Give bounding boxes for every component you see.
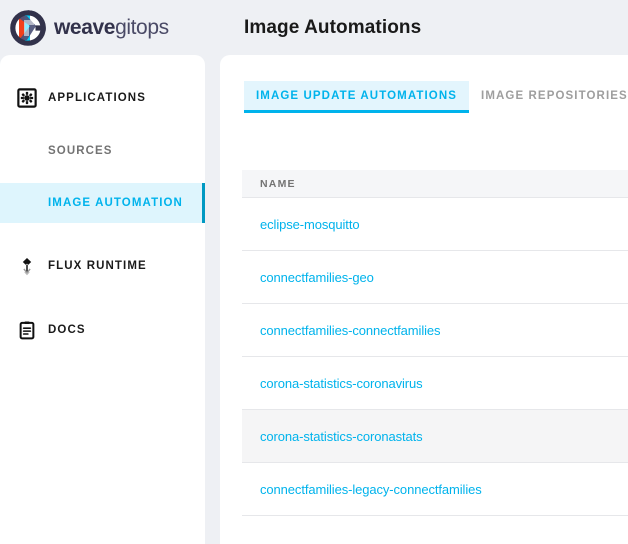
table-header-row: NAME: [242, 170, 628, 198]
row-link-name[interactable]: connectfamilies-connectfamilies: [260, 323, 441, 338]
sidebar: APPLICATIONS SOURCES IMAGE AUTOMATION FL…: [0, 55, 205, 544]
main-content-panel: IMAGE UPDATE AUTOMATIONS IMAGE REPOSITOR…: [220, 55, 628, 544]
tab-image-repositories[interactable]: IMAGE REPOSITORIES: [469, 81, 628, 110]
sidebar-item-applications[interactable]: APPLICATIONS: [0, 77, 205, 119]
brand-logo-header: weavegitops: [0, 0, 205, 55]
table-row[interactable]: connectfamilies-geo: [242, 251, 628, 304]
sidebar-item-label-flux-runtime: FLUX RUNTIME: [48, 260, 147, 272]
table-row[interactable]: eclipse-mosquitto: [242, 198, 628, 251]
brand-name-light: gitops: [115, 15, 169, 39]
sidebar-item-flux-runtime[interactable]: FLUX RUNTIME: [0, 245, 205, 287]
image-automations-table: NAME eclipse-mosquitto connectfamilies-g…: [242, 170, 628, 516]
applications-gear-icon: [16, 87, 38, 109]
sidebar-item-label-image-automation: IMAGE AUTOMATION: [48, 197, 183, 209]
row-link-name[interactable]: connectfamilies-geo: [260, 270, 374, 285]
brand-wordmark: weavegitops: [54, 16, 169, 40]
table-row[interactable]: corona-statistics-coronavirus: [242, 357, 628, 410]
sidebar-item-sources[interactable]: SOURCES: [0, 131, 205, 171]
sidebar-top-spacer: [0, 55, 205, 77]
row-link-name[interactable]: eclipse-mosquitto: [260, 217, 360, 232]
table-row[interactable]: corona-statistics-coronastats: [242, 410, 628, 463]
table-row[interactable]: connectfamilies-connectfamilies: [242, 304, 628, 357]
row-link-name[interactable]: connectfamilies-legacy-connectfamilies: [260, 482, 482, 497]
tab-bar: IMAGE UPDATE AUTOMATIONS IMAGE REPOSITOR…: [220, 55, 628, 113]
table-row[interactable]: connectfamilies-legacy-connectfamilies: [242, 463, 628, 516]
tab-image-update-automations[interactable]: IMAGE UPDATE AUTOMATIONS: [244, 81, 470, 113]
page-title: Image Automations: [244, 17, 422, 38]
weavegitops-circle-logo-icon: [10, 9, 46, 46]
sidebar-item-label-sources: SOURCES: [48, 145, 113, 157]
column-header-name: NAME: [260, 177, 296, 190]
row-link-name[interactable]: corona-statistics-coronavirus: [260, 376, 423, 391]
flux-diamond-icon: [16, 255, 38, 277]
row-link-name[interactable]: corona-statistics-coronastats: [260, 429, 423, 444]
sidebar-item-image-automation[interactable]: IMAGE AUTOMATION: [0, 183, 205, 223]
brand-name-bold: weave: [54, 15, 116, 39]
sidebar-item-label-applications: APPLICATIONS: [48, 92, 146, 104]
sidebar-item-docs[interactable]: DOCS: [0, 309, 205, 351]
docs-clipboard-icon: [16, 319, 38, 341]
sidebar-item-label-docs: DOCS: [48, 324, 86, 336]
